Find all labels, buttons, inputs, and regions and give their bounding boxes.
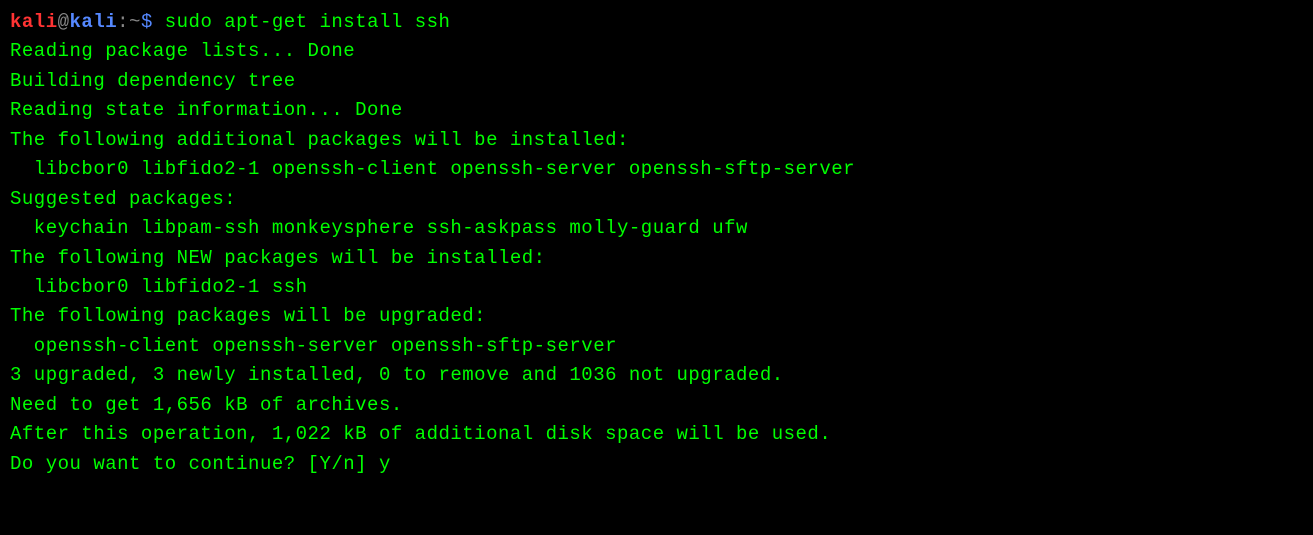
prompt-user: kali xyxy=(10,11,58,33)
output-line: Reading state information... Done xyxy=(10,96,1303,125)
output-line: keychain libpam-ssh monkeysphere ssh-ask… xyxy=(10,214,1303,243)
prompt-path: ~ xyxy=(129,11,141,33)
output-line: The following additional packages will b… xyxy=(10,126,1303,155)
output-line: openssh-client openssh-server openssh-sf… xyxy=(10,332,1303,361)
output-line: libcbor0 libfido2-1 openssh-client opens… xyxy=(10,155,1303,184)
prompt-host: kali xyxy=(70,11,118,33)
output-line: Reading package lists... Done xyxy=(10,37,1303,66)
command-text: sudo apt-get install ssh xyxy=(165,11,451,33)
output-line: After this operation, 1,022 kB of additi… xyxy=(10,420,1303,449)
output-line: Building dependency tree xyxy=(10,67,1303,96)
prompt-colon: : xyxy=(117,11,129,33)
prompt-dollar: $ xyxy=(141,11,165,33)
output-line: 3 upgraded, 3 newly installed, 0 to remo… xyxy=(10,361,1303,390)
command-line[interactable]: kali@kali:~$ sudo apt-get install ssh xyxy=(10,8,1303,37)
output-line: libcbor0 libfido2-1 ssh xyxy=(10,273,1303,302)
output-line: Need to get 1,656 kB of archives. xyxy=(10,391,1303,420)
output-line: The following packages will be upgraded: xyxy=(10,302,1303,331)
output-line: The following NEW packages will be insta… xyxy=(10,244,1303,273)
prompt-at: @ xyxy=(58,11,70,33)
continue-prompt[interactable]: Do you want to continue? [Y/n] y xyxy=(10,450,1303,479)
output-line: Suggested packages: xyxy=(10,185,1303,214)
